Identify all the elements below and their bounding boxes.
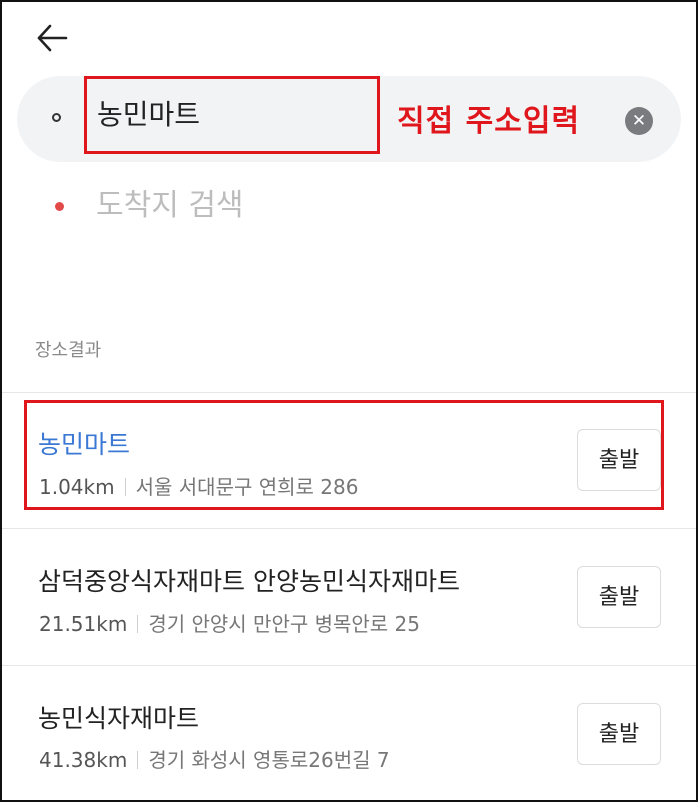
start-button[interactable]: 출발 [577,703,661,765]
meta-divider [124,478,126,496]
back-button[interactable] [30,18,80,58]
result-item[interactable]: 농민마트 1.04km 서울 서대문구 연희로 286 출발 [2,393,696,529]
close-icon: ✕ [631,111,647,131]
result-meta: 21.51km 경기 안양시 만안구 병목안로 25 [39,608,420,637]
annotation-direct-address-input: 직접 주소입력 [397,104,581,139]
start-button[interactable]: 출발 [577,429,661,491]
result-name: 삼덕중앙식자재마트 안양농민식자재마트 [38,567,460,596]
meta-divider [137,615,139,633]
origin-input[interactable]: 농민마트 [84,76,380,154]
result-meta: 1.04km 서울 서대문구 연희로 286 [39,471,358,500]
result-distance: 21.51km [39,612,128,636]
destination-search-input[interactable]: 도착지 검색 [96,184,476,228]
clear-button[interactable]: ✕ [625,107,653,135]
arrow-left-icon [37,24,68,52]
result-meta: 41.38km 경기 화성시 영통로26번길 7 [39,744,390,773]
start-button[interactable]: 출발 [577,566,661,628]
result-distance: 1.04km [39,475,115,499]
place-results-label: 장소결과 [35,340,102,361]
result-name: 농민마트 [38,430,131,459]
result-item[interactable]: 농민식자재마트 41.38km 경기 화성시 영통로26번길 7 출발 [2,666,696,802]
result-distance: 41.38km [39,748,128,772]
origin-dot-icon [52,113,61,122]
result-item[interactable]: 삼덕중앙식자재마트 안양농민식자재마트 21.51km 경기 안양시 만안구 병목… [2,529,696,665]
result-address: 경기 화성시 영통로26번길 7 [148,748,390,772]
destination-dot-icon [55,202,64,211]
result-name: 농민식자재마트 [38,704,200,733]
meta-divider [137,751,139,769]
result-address: 서울 서대문구 연희로 286 [135,475,359,499]
result-address: 경기 안양시 만안구 병목안로 25 [148,612,421,636]
